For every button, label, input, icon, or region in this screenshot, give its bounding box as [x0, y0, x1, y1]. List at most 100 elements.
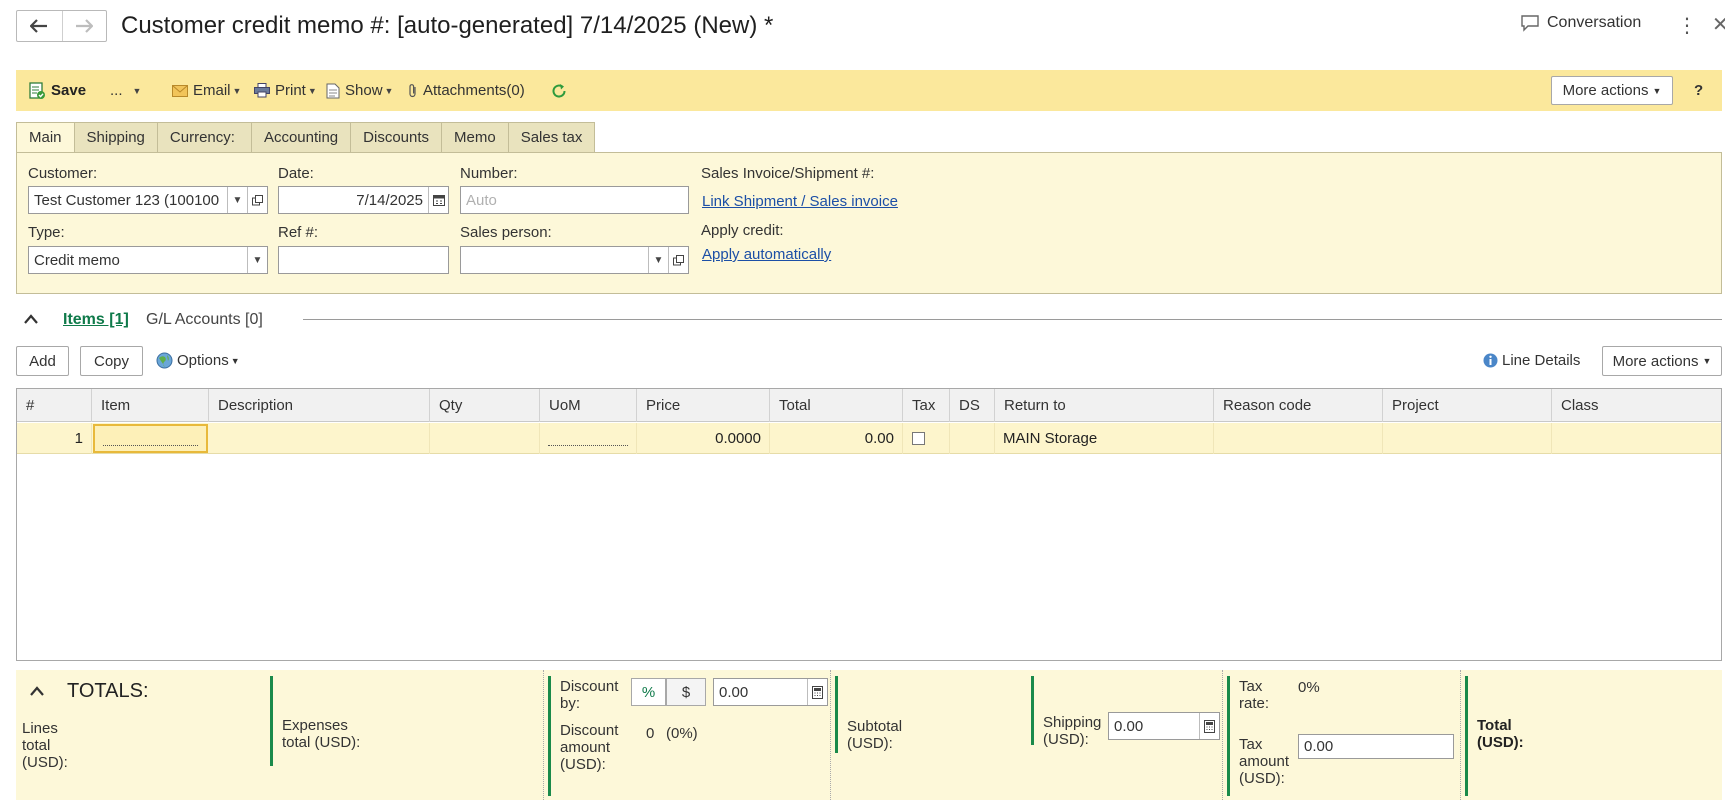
chevron-down-icon[interactable]: ▼: [227, 187, 247, 213]
copy-button[interactable]: Copy: [80, 346, 143, 376]
save-button[interactable]: Save: [28, 70, 86, 111]
main-form-panel: Customer: Test Customer 123 (100100 ▼ Da…: [16, 152, 1722, 294]
open-link-icon[interactable]: [247, 187, 267, 213]
column-header-total[interactable]: Total: [770, 389, 903, 422]
collapse-totals-icon[interactable]: [29, 684, 45, 700]
column-header-class[interactable]: Class: [1552, 389, 1721, 422]
tab-accounting[interactable]: Accounting: [250, 122, 351, 153]
shipping-field[interactable]: 0.00: [1108, 712, 1220, 740]
tab-discounts[interactable]: Discounts: [350, 122, 442, 153]
document-icon: [326, 83, 340, 98]
ref-label: Ref #:: [278, 224, 319, 241]
uom-value: [548, 432, 628, 446]
discount-amount-percent: (0%): [666, 725, 698, 742]
more-save-options-button[interactable]: ... ▼: [110, 70, 141, 111]
customer-selector[interactable]: Test Customer 123 (100100 ▼: [28, 186, 268, 214]
description-cell[interactable]: [209, 423, 430, 454]
tab-gl-accounts[interactable]: G/L Accounts [0]: [146, 311, 263, 329]
chevron-down-icon: ▼: [230, 355, 240, 366]
discount-value-field[interactable]: 0.00: [713, 678, 828, 706]
discount-amount-label: Discount amount (USD):: [560, 722, 619, 773]
add-button[interactable]: Add: [16, 346, 69, 376]
collapse-items-icon[interactable]: [23, 309, 39, 330]
sales-person-selector[interactable]: ▼: [460, 246, 689, 274]
chevron-down-icon: ▼: [384, 85, 394, 96]
conversation-button[interactable]: Conversation: [1520, 14, 1641, 32]
open-link-icon[interactable]: [668, 247, 688, 273]
ref-field[interactable]: [278, 246, 449, 274]
date-field[interactable]: 7/14/2025: [278, 186, 449, 214]
calendar-icon[interactable]: [428, 187, 448, 213]
column-header-number[interactable]: #: [17, 389, 92, 422]
tab-currency[interactable]: Currency:: [156, 122, 251, 153]
attachments-button[interactable]: Attachments(0): [408, 70, 525, 111]
ds-cell[interactable]: [950, 423, 995, 454]
return-to-cell[interactable]: MAIN Storage: [995, 423, 1214, 454]
column-header-return-to[interactable]: Return to: [995, 389, 1214, 422]
tab-shipping[interactable]: Shipping: [73, 122, 157, 153]
back-button[interactable]: [17, 11, 62, 41]
qty-cell[interactable]: [430, 423, 540, 454]
show-button[interactable]: Show ▼: [326, 70, 393, 111]
column-header-reason-code[interactable]: Reason code: [1214, 389, 1383, 422]
column-header-item[interactable]: Item: [92, 389, 209, 422]
tax-checkbox[interactable]: [912, 432, 925, 445]
line-details-button[interactable]: Line Details: [1483, 352, 1580, 369]
tab-memo[interactable]: Memo: [441, 122, 508, 153]
type-value: Credit memo: [34, 251, 120, 269]
chevron-down-icon[interactable]: ▼: [648, 247, 668, 273]
class-cell[interactable]: [1552, 423, 1721, 454]
help-button[interactable]: ?: [1694, 70, 1703, 111]
column-header-uom[interactable]: UoM: [540, 389, 637, 422]
type-select[interactable]: Credit memo ▼: [28, 246, 268, 274]
lines-total-label: Lines total (USD):: [22, 720, 68, 771]
tab-sales-tax[interactable]: Sales tax: [507, 122, 596, 153]
chevron-down-icon[interactable]: ▼: [247, 247, 267, 273]
discount-dollar-toggle[interactable]: $: [666, 678, 706, 706]
column-header-ds[interactable]: DS: [950, 389, 995, 422]
calculator-icon[interactable]: [807, 679, 827, 705]
forward-button[interactable]: [61, 11, 107, 41]
chevron-down-icon: ▼: [1652, 85, 1662, 96]
tab-items[interactable]: Items [1]: [63, 311, 129, 329]
link-shipment-link[interactable]: Link Shipment / Sales invoice: [702, 193, 898, 210]
uom-cell[interactable]: [540, 423, 637, 454]
reason-code-cell[interactable]: [1214, 423, 1383, 454]
options-button[interactable]: Options ▼: [156, 352, 240, 369]
history-nav: [16, 10, 107, 42]
item-cell[interactable]: [93, 424, 208, 453]
price-cell[interactable]: 0.0000: [637, 423, 770, 454]
column-header-qty[interactable]: Qty: [430, 389, 540, 422]
apply-automatically-link[interactable]: Apply automatically: [702, 246, 831, 263]
column-header-price[interactable]: Price: [637, 389, 770, 422]
ellipsis-label: ...: [110, 82, 123, 99]
dotted-divider: [830, 670, 831, 800]
grid-more-actions-button[interactable]: More actions ▼: [1602, 346, 1722, 376]
number-field[interactable]: Auto: [460, 186, 689, 214]
close-icon[interactable]: ✕: [1712, 12, 1725, 37]
print-button[interactable]: Print ▼: [254, 70, 317, 111]
chevron-down-icon: ▼: [132, 85, 142, 96]
sales-person-label: Sales person:: [460, 224, 552, 241]
arrow-left-icon: [30, 19, 48, 33]
tab-main[interactable]: Main: [16, 122, 74, 153]
main-toolbar: Save ... ▼ Email ▼ Print ▼ Show ▼ Attach…: [16, 70, 1722, 111]
column-header-project[interactable]: Project: [1383, 389, 1552, 422]
sales-invoice-label: Sales Invoice/Shipment #:: [701, 165, 875, 182]
more-actions-button[interactable]: More actions ▼: [1551, 76, 1673, 105]
column-header-description[interactable]: Description: [209, 389, 430, 422]
chevron-down-icon: ▼: [232, 85, 242, 96]
calculator-icon[interactable]: [1199, 713, 1219, 739]
discount-percent-toggle[interactable]: %: [631, 678, 666, 706]
kebab-menu-icon[interactable]: ⋮: [1677, 13, 1697, 38]
project-cell[interactable]: [1383, 423, 1552, 454]
totals-panel: TOTALS: Lines total (USD): Expenses tota…: [16, 670, 1722, 800]
refresh-button[interactable]: [550, 70, 568, 111]
customer-value: Test Customer 123 (100100: [34, 191, 220, 209]
column-header-tax[interactable]: Tax: [903, 389, 950, 422]
discount-value: 0.00: [719, 683, 749, 701]
column-divider: [835, 676, 838, 753]
table-row[interactable]: 1 0.0000 0.00 MAIN Storage: [17, 423, 1721, 454]
email-button[interactable]: Email ▼: [172, 70, 241, 111]
totals-title: TOTALS:: [67, 680, 149, 702]
